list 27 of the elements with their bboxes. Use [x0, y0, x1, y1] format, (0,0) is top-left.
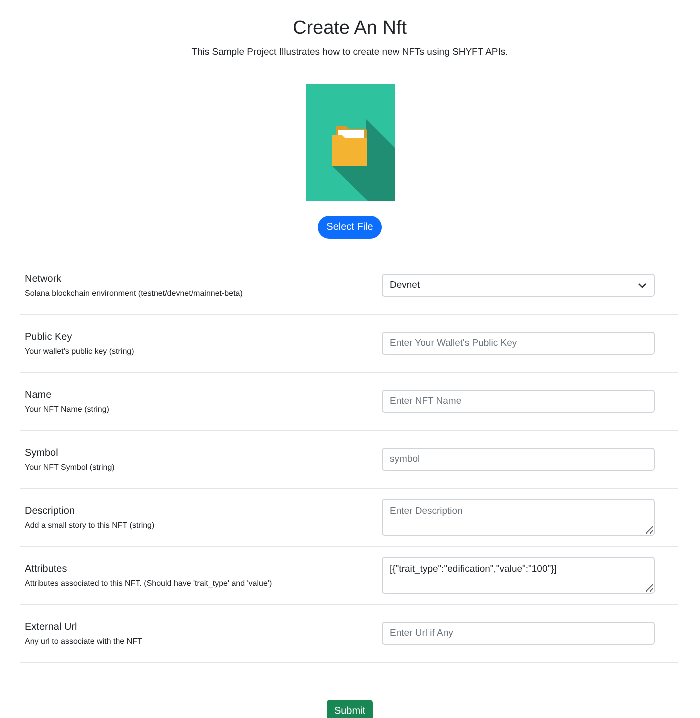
- text-field[interactable]: symbol: [382, 448, 655, 471]
- field-hint: Solana blockchain environment (testnet/devnet/mainnet-beta): [25, 288, 244, 298]
- text-field[interactable]: Enter Url if Any: [382, 622, 655, 645]
- submit-button[interactable]: Submit: [327, 700, 373, 718]
- folder-icon: [306, 84, 394, 201]
- field-hint: Your wallet's public key (string): [25, 346, 136, 356]
- field-label: Attributes: [25, 564, 68, 574]
- select-file-button[interactable]: Select File: [318, 216, 382, 239]
- text-field[interactable]: Enter NFT Name: [382, 390, 655, 413]
- network-select[interactable]: Devnet: [382, 274, 655, 297]
- text-area[interactable]: [{"trait_type":"edification","value":"100"}]: [382, 557, 655, 594]
- field-hint: Attributes associated to this NFT. (Should have 'trait_type' and 'value'): [25, 578, 274, 588]
- field-label: Public Key: [25, 332, 74, 342]
- chevron-down-icon: [638, 282, 647, 288]
- text-area[interactable]: Enter Description: [382, 499, 655, 536]
- text-field[interactable]: Enter Your Wallet's Public Key: [382, 332, 655, 355]
- field-hint: Your NFT Symbol (string): [25, 462, 116, 472]
- page-title: Create An Nft: [292, 18, 408, 40]
- field-label: Network: [25, 274, 63, 284]
- field-hint: Add a small story to this NFT (string): [25, 520, 156, 530]
- page-subtitle: This Sample Project Illustrates how to create new NFTs using SHYFT APIs.: [192, 47, 508, 58]
- field-label: Description: [25, 506, 76, 516]
- field-hint: Any url to associate with the NFT: [25, 636, 144, 646]
- field-label: Symbol: [25, 448, 60, 458]
- field-hint: Your NFT Name (string): [25, 404, 110, 414]
- field-label: External Url: [25, 622, 78, 632]
- field-label: Name: [25, 390, 53, 400]
